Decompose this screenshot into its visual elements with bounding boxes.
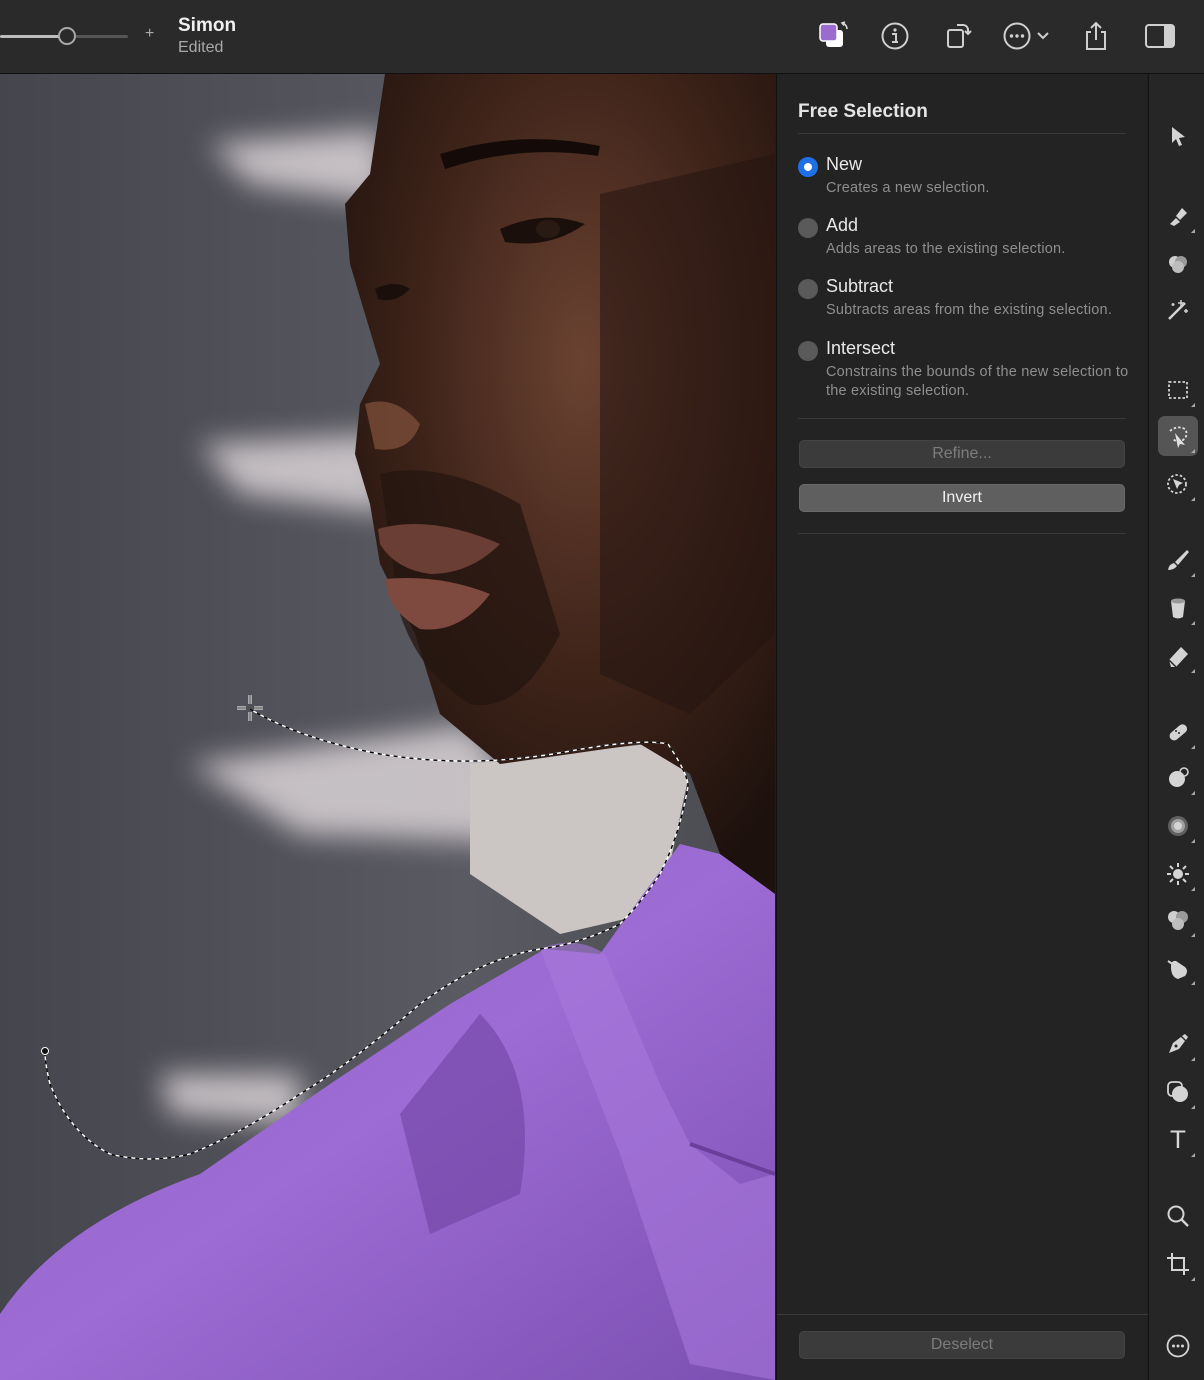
radio-new[interactable] — [798, 157, 818, 177]
blur-icon[interactable] — [1158, 806, 1198, 846]
crop-icon[interactable] — [1158, 1244, 1198, 1284]
radio-add[interactable] — [798, 218, 818, 238]
color-swatch-icon — [819, 21, 848, 47]
option-add-desc: Adds areas to the existing selection. — [826, 241, 1066, 257]
option-subtract-desc: Subtracts areas from the existing select… — [826, 302, 1113, 318]
smart-select-icon[interactable] — [1158, 464, 1198, 504]
rect-select-icon[interactable] — [1158, 370, 1198, 410]
rotate-icon — [947, 24, 972, 48]
info-button[interactable] — [877, 18, 913, 54]
document-status: Edited — [178, 39, 224, 56]
image-canvas[interactable] — [0, 74, 775, 1380]
info-icon — [881, 22, 909, 50]
text-icon: T — [1170, 1126, 1186, 1154]
free-select-icon[interactable] — [1158, 416, 1198, 456]
ellipsis-circle-icon — [1003, 22, 1049, 50]
portrait-image — [0, 74, 775, 1380]
option-add-label: Add — [826, 215, 859, 235]
zoom-slider-knob[interactable] — [58, 27, 76, 45]
invert-button[interactable]: Invert — [799, 484, 1125, 512]
panel-title: Free Selection — [798, 101, 928, 122]
divider — [777, 1314, 1148, 1315]
rotate-button[interactable] — [940, 18, 976, 54]
sidebar-icon — [1145, 24, 1175, 48]
share-icon — [1086, 21, 1106, 50]
title-bar: + Simon Edited — [0, 0, 1204, 74]
deselect-button[interactable]: Deselect — [799, 1331, 1125, 1359]
share-button[interactable] — [1078, 18, 1114, 54]
more-tools-icon[interactable] — [1158, 1326, 1198, 1366]
eraser-icon[interactable] — [1158, 636, 1198, 676]
smudge-icon[interactable] — [1158, 948, 1198, 988]
radio-intersect[interactable] — [798, 341, 818, 361]
paint-selection-icon[interactable] — [1158, 196, 1198, 236]
option-intersect-label: Intersect — [826, 338, 896, 358]
more-options-button[interactable] — [1000, 18, 1052, 54]
arrange-tool-icon[interactable] — [1158, 116, 1198, 156]
paint-bucket-icon[interactable] — [1158, 588, 1198, 628]
color-adjust-icon[interactable] — [1158, 244, 1198, 284]
radio-subtract[interactable] — [798, 279, 818, 299]
divider — [798, 533, 1126, 534]
zoom-slider-fill — [0, 35, 66, 38]
option-subtract-label: Subtract — [826, 276, 894, 296]
document-title: Simon — [178, 15, 237, 36]
pen-icon[interactable] — [1158, 1024, 1198, 1064]
repair-icon[interactable] — [1158, 712, 1198, 752]
magic-wand-icon[interactable] — [1158, 290, 1198, 330]
text-tool[interactable]: T — [1158, 1120, 1198, 1160]
zoom-in-icon[interactable]: + — [145, 25, 154, 43]
inspector-panel: Free Selection New Creates a new selecti… — [776, 74, 1148, 1380]
tools-sidebar: T — [1148, 74, 1204, 1380]
zoom-slider[interactable] — [0, 27, 128, 45]
option-new-label: New — [826, 154, 863, 174]
sidebar-toggle-button[interactable] — [1142, 18, 1178, 54]
clone-icon[interactable] — [1158, 758, 1198, 798]
divider — [798, 418, 1126, 419]
color-brush-icon[interactable] — [1158, 900, 1198, 940]
zoom-icon[interactable] — [1158, 1196, 1198, 1236]
option-intersect-desc: Constrains the bounds of the new selecti… — [826, 364, 1129, 399]
option-new-desc: Creates a new selection. — [826, 180, 990, 196]
refine-button[interactable]: Refine... — [799, 440, 1125, 468]
color-swap-button[interactable] — [815, 18, 851, 54]
light-icon[interactable] — [1158, 854, 1198, 894]
brush-icon[interactable] — [1158, 540, 1198, 580]
shapes-icon[interactable] — [1158, 1072, 1198, 1112]
divider — [798, 133, 1126, 134]
